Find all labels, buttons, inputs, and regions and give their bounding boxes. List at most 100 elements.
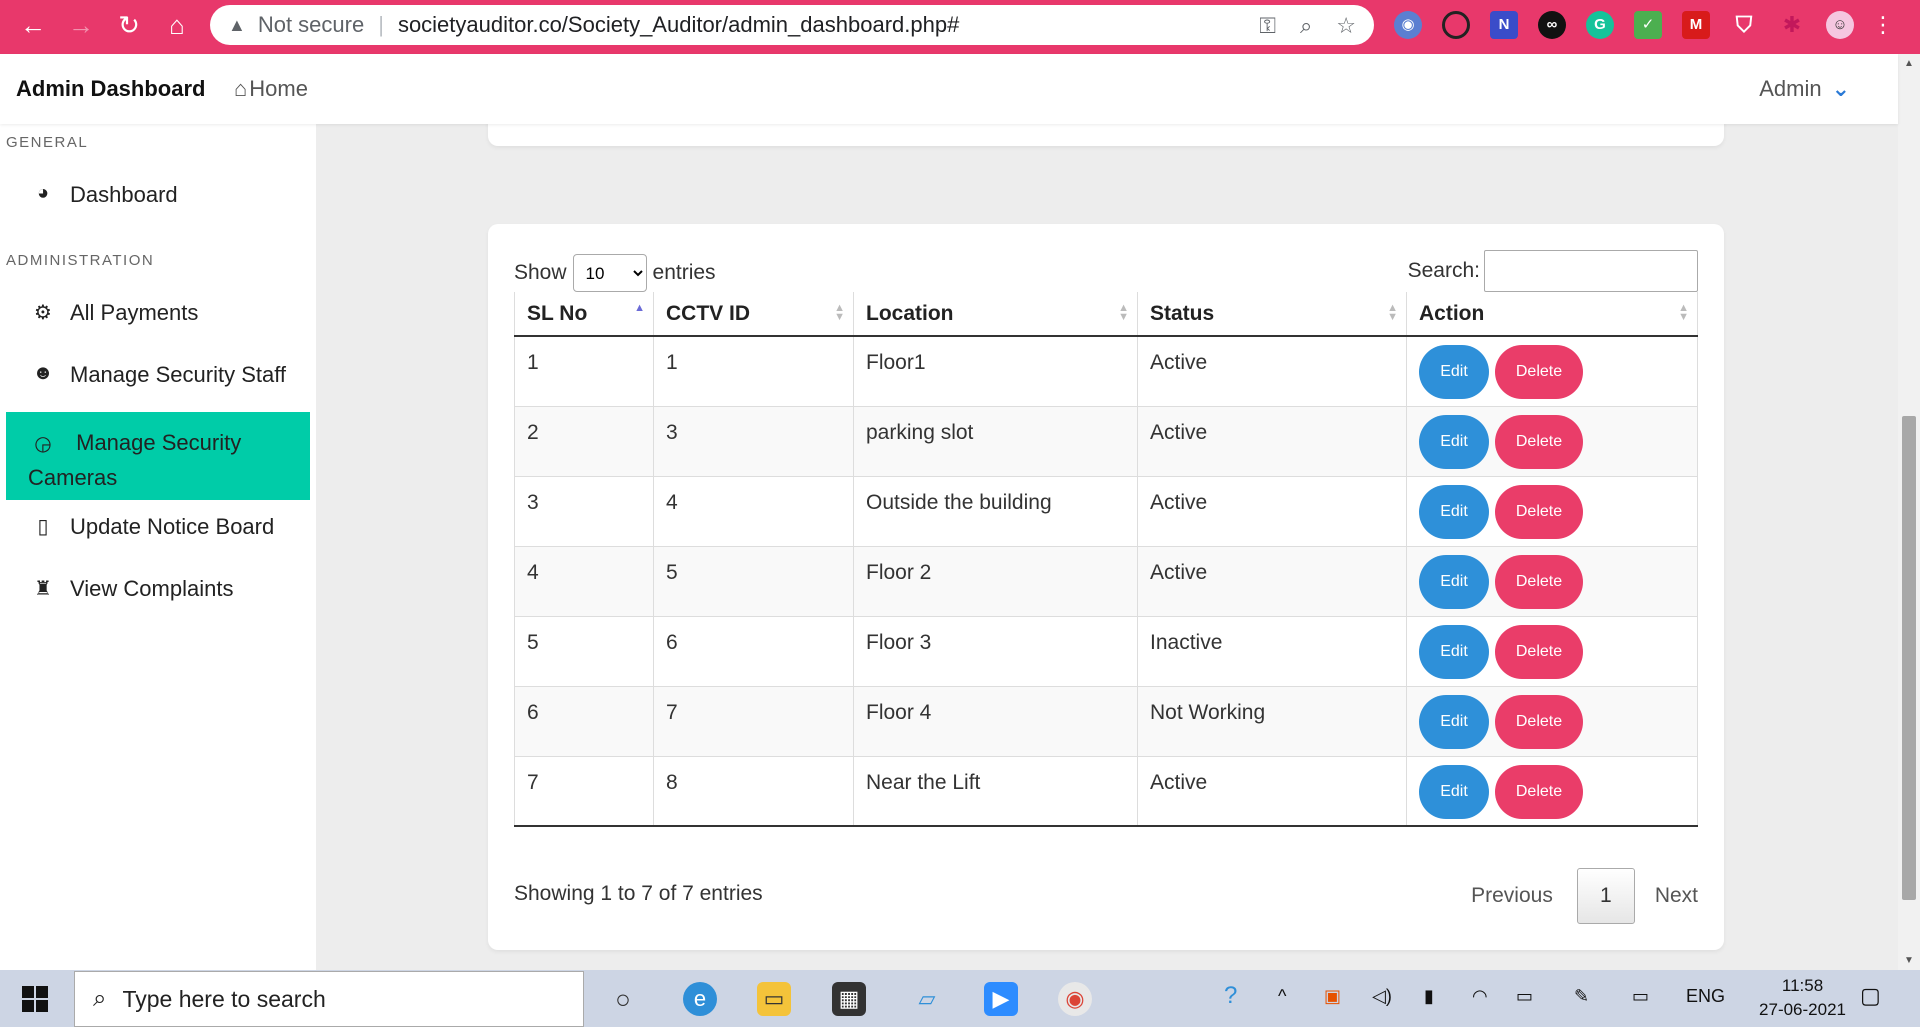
scroll-down-icon[interactable]: ▼: [1904, 955, 1914, 966]
edit-button[interactable]: Edit: [1419, 345, 1489, 399]
cell-action: Edit Delete: [1406, 476, 1698, 547]
home-link[interactable]: ⌂Home: [234, 76, 308, 102]
sidebar-item-dashboard[interactable]: ◕ Dashboard: [6, 182, 310, 208]
table-info: Showing 1 to 7 of 7 entries: [514, 882, 763, 905]
cell-action: Edit Delete: [1406, 686, 1698, 757]
menu-icon[interactable]: ⋮: [1872, 12, 1894, 38]
page-length-select[interactable]: 10: [572, 254, 647, 292]
sort-asc-icon: ▲: [634, 302, 645, 314]
puzzle-icon[interactable]: ✱: [1778, 11, 1806, 39]
windows-start-icon[interactable]: [22, 986, 48, 1012]
back-icon[interactable]: ←: [18, 10, 48, 40]
cell-status: Inactive: [1137, 616, 1407, 687]
notes-extension-icon[interactable]: N: [1490, 11, 1518, 39]
computer-icon[interactable]: ▱: [910, 982, 944, 1016]
address-bar[interactable]: ▲ Not secure | societyauditor.co/Society…: [210, 5, 1374, 45]
delete-button[interactable]: Delete: [1495, 694, 1583, 749]
chrome-icon[interactable]: ◉: [1058, 982, 1092, 1016]
column-sl-no[interactable]: SL No ▲: [514, 292, 654, 337]
star-icon[interactable]: ☆: [1336, 13, 1356, 39]
delete-button[interactable]: Delete: [1495, 484, 1583, 539]
cell-cctv-id: 1: [653, 336, 854, 407]
cell-cctv-id: 6: [653, 616, 854, 687]
grammarly-icon[interactable]: G: [1586, 11, 1614, 39]
search-input[interactable]: [1484, 250, 1698, 292]
display-icon[interactable]: ▭: [1632, 986, 1649, 1007]
cell-cctv-id: 7: [653, 686, 854, 757]
home-icon[interactable]: ⌂: [162, 10, 192, 40]
edit-button[interactable]: Edit: [1419, 484, 1489, 539]
column-label: Action: [1419, 301, 1485, 325]
camera-extension-icon[interactable]: ◉: [1394, 11, 1422, 39]
profile-avatar[interactable]: ☺: [1826, 11, 1854, 39]
taskbar: ⌕ Type here to search ○ e ▭ ▦ ▱ ▶ ◉ ? ^ …: [0, 970, 1920, 1027]
volume-icon[interactable]: ◁): [1372, 986, 1392, 1007]
sidebar-item-manage-security-staff[interactable]: ☻ Manage Security Staff: [6, 362, 310, 388]
app-tray-icon[interactable]: ▣: [1324, 986, 1341, 1007]
help-icon[interactable]: ?: [1224, 982, 1237, 1010]
column-action[interactable]: Action ▲ ▼: [1406, 292, 1698, 337]
chevron-down-icon: ⌄: [1831, 76, 1850, 101]
scrollbar-thumb[interactable]: [1902, 416, 1916, 900]
notification-icon[interactable]: ▢: [1860, 983, 1881, 1009]
cell-status: Active: [1137, 756, 1407, 827]
brand-title[interactable]: Admin Dashboard: [16, 76, 205, 102]
store-icon[interactable]: ▦: [832, 982, 866, 1016]
admin-dropdown[interactable]: Admin ⌄: [1759, 76, 1850, 102]
delete-button[interactable]: Delete: [1495, 414, 1583, 469]
delete-button[interactable]: Delete: [1495, 345, 1583, 399]
sidebar-item-manage-security-cameras[interactable]: ◶ Manage Security Cameras: [6, 412, 310, 500]
reload-icon[interactable]: ↻: [114, 10, 144, 40]
house-icon: ⌂: [234, 76, 248, 101]
zoom-app-icon[interactable]: ▶: [984, 982, 1018, 1016]
chevron-up-icon[interactable]: ^: [1278, 986, 1286, 1007]
language-indicator[interactable]: ENG: [1686, 986, 1725, 1007]
column-cctv-id[interactable]: CCTV ID ▲ ▼: [653, 292, 854, 337]
section-general: GENERAL: [6, 134, 89, 151]
file-explorer-icon[interactable]: ▭: [757, 982, 791, 1016]
pen-icon[interactable]: ✎: [1574, 986, 1589, 1007]
edit-button[interactable]: Edit: [1419, 414, 1489, 469]
page-button-1[interactable]: 1: [1576, 868, 1635, 924]
table-row: 7 8 Near the Lift Active Edit Delete: [514, 756, 1698, 827]
scroll-up-icon[interactable]: ▲: [1904, 58, 1914, 69]
infinity-extension-icon[interactable]: ∞: [1538, 11, 1566, 39]
headset-icon: ◶: [34, 433, 52, 455]
cell-location: parking slot: [853, 406, 1138, 477]
taskbar-search[interactable]: ⌕ Type here to search: [74, 971, 584, 1027]
m-extension-icon[interactable]: M: [1682, 11, 1710, 39]
table-row: 2 3 parking slot Active Edit Delete: [514, 406, 1698, 477]
sidebar-item-view-complaints[interactable]: ♜ View Complaints: [6, 576, 310, 602]
cell-location: Near the Lift: [853, 756, 1138, 827]
cell-sl-no: 1: [514, 336, 654, 407]
task-view-icon[interactable]: ○: [606, 982, 640, 1016]
shield-extension-icon[interactable]: ⛉: [1730, 11, 1758, 39]
url-text[interactable]: societyauditor.co/Society_Auditor/admin_…: [398, 12, 959, 38]
microphone-icon[interactable]: ▮: [1424, 986, 1434, 1007]
delete-button[interactable]: Delete: [1495, 764, 1583, 819]
edit-button[interactable]: Edit: [1419, 694, 1489, 749]
delete-button[interactable]: Delete: [1495, 624, 1583, 679]
battery-icon[interactable]: ▭: [1516, 986, 1533, 1007]
admin-label: Admin: [1759, 76, 1822, 101]
circle-extension-icon[interactable]: [1442, 11, 1470, 39]
edit-button[interactable]: Edit: [1419, 764, 1489, 819]
sidebar-item-all-payments[interactable]: ⚙ All Payments: [6, 300, 310, 326]
sidebar-item-update-notice-board[interactable]: ▯ Update Notice Board: [6, 514, 310, 540]
column-status[interactable]: Status ▲ ▼: [1137, 292, 1407, 337]
search-icon: ⌕: [93, 985, 107, 1012]
forward-icon[interactable]: →: [66, 10, 96, 40]
clock[interactable]: 11:58 27-06-2021: [1759, 974, 1846, 1022]
edit-button[interactable]: Edit: [1419, 554, 1489, 609]
page-scrollbar[interactable]: ▲ ▼: [1898, 54, 1920, 970]
zoom-icon[interactable]: ⌕: [1300, 13, 1312, 39]
previous-button[interactable]: Previous: [1471, 884, 1553, 908]
edge-icon[interactable]: e: [683, 982, 717, 1016]
column-location[interactable]: Location ▲ ▼: [853, 292, 1138, 337]
delete-button[interactable]: Delete: [1495, 554, 1583, 609]
key-icon[interactable]: ⚿: [1259, 13, 1276, 39]
check-extension-icon[interactable]: ✓: [1634, 11, 1662, 39]
next-button[interactable]: Next: [1655, 884, 1698, 908]
wifi-icon[interactable]: ◠: [1472, 986, 1488, 1007]
edit-button[interactable]: Edit: [1419, 624, 1489, 679]
